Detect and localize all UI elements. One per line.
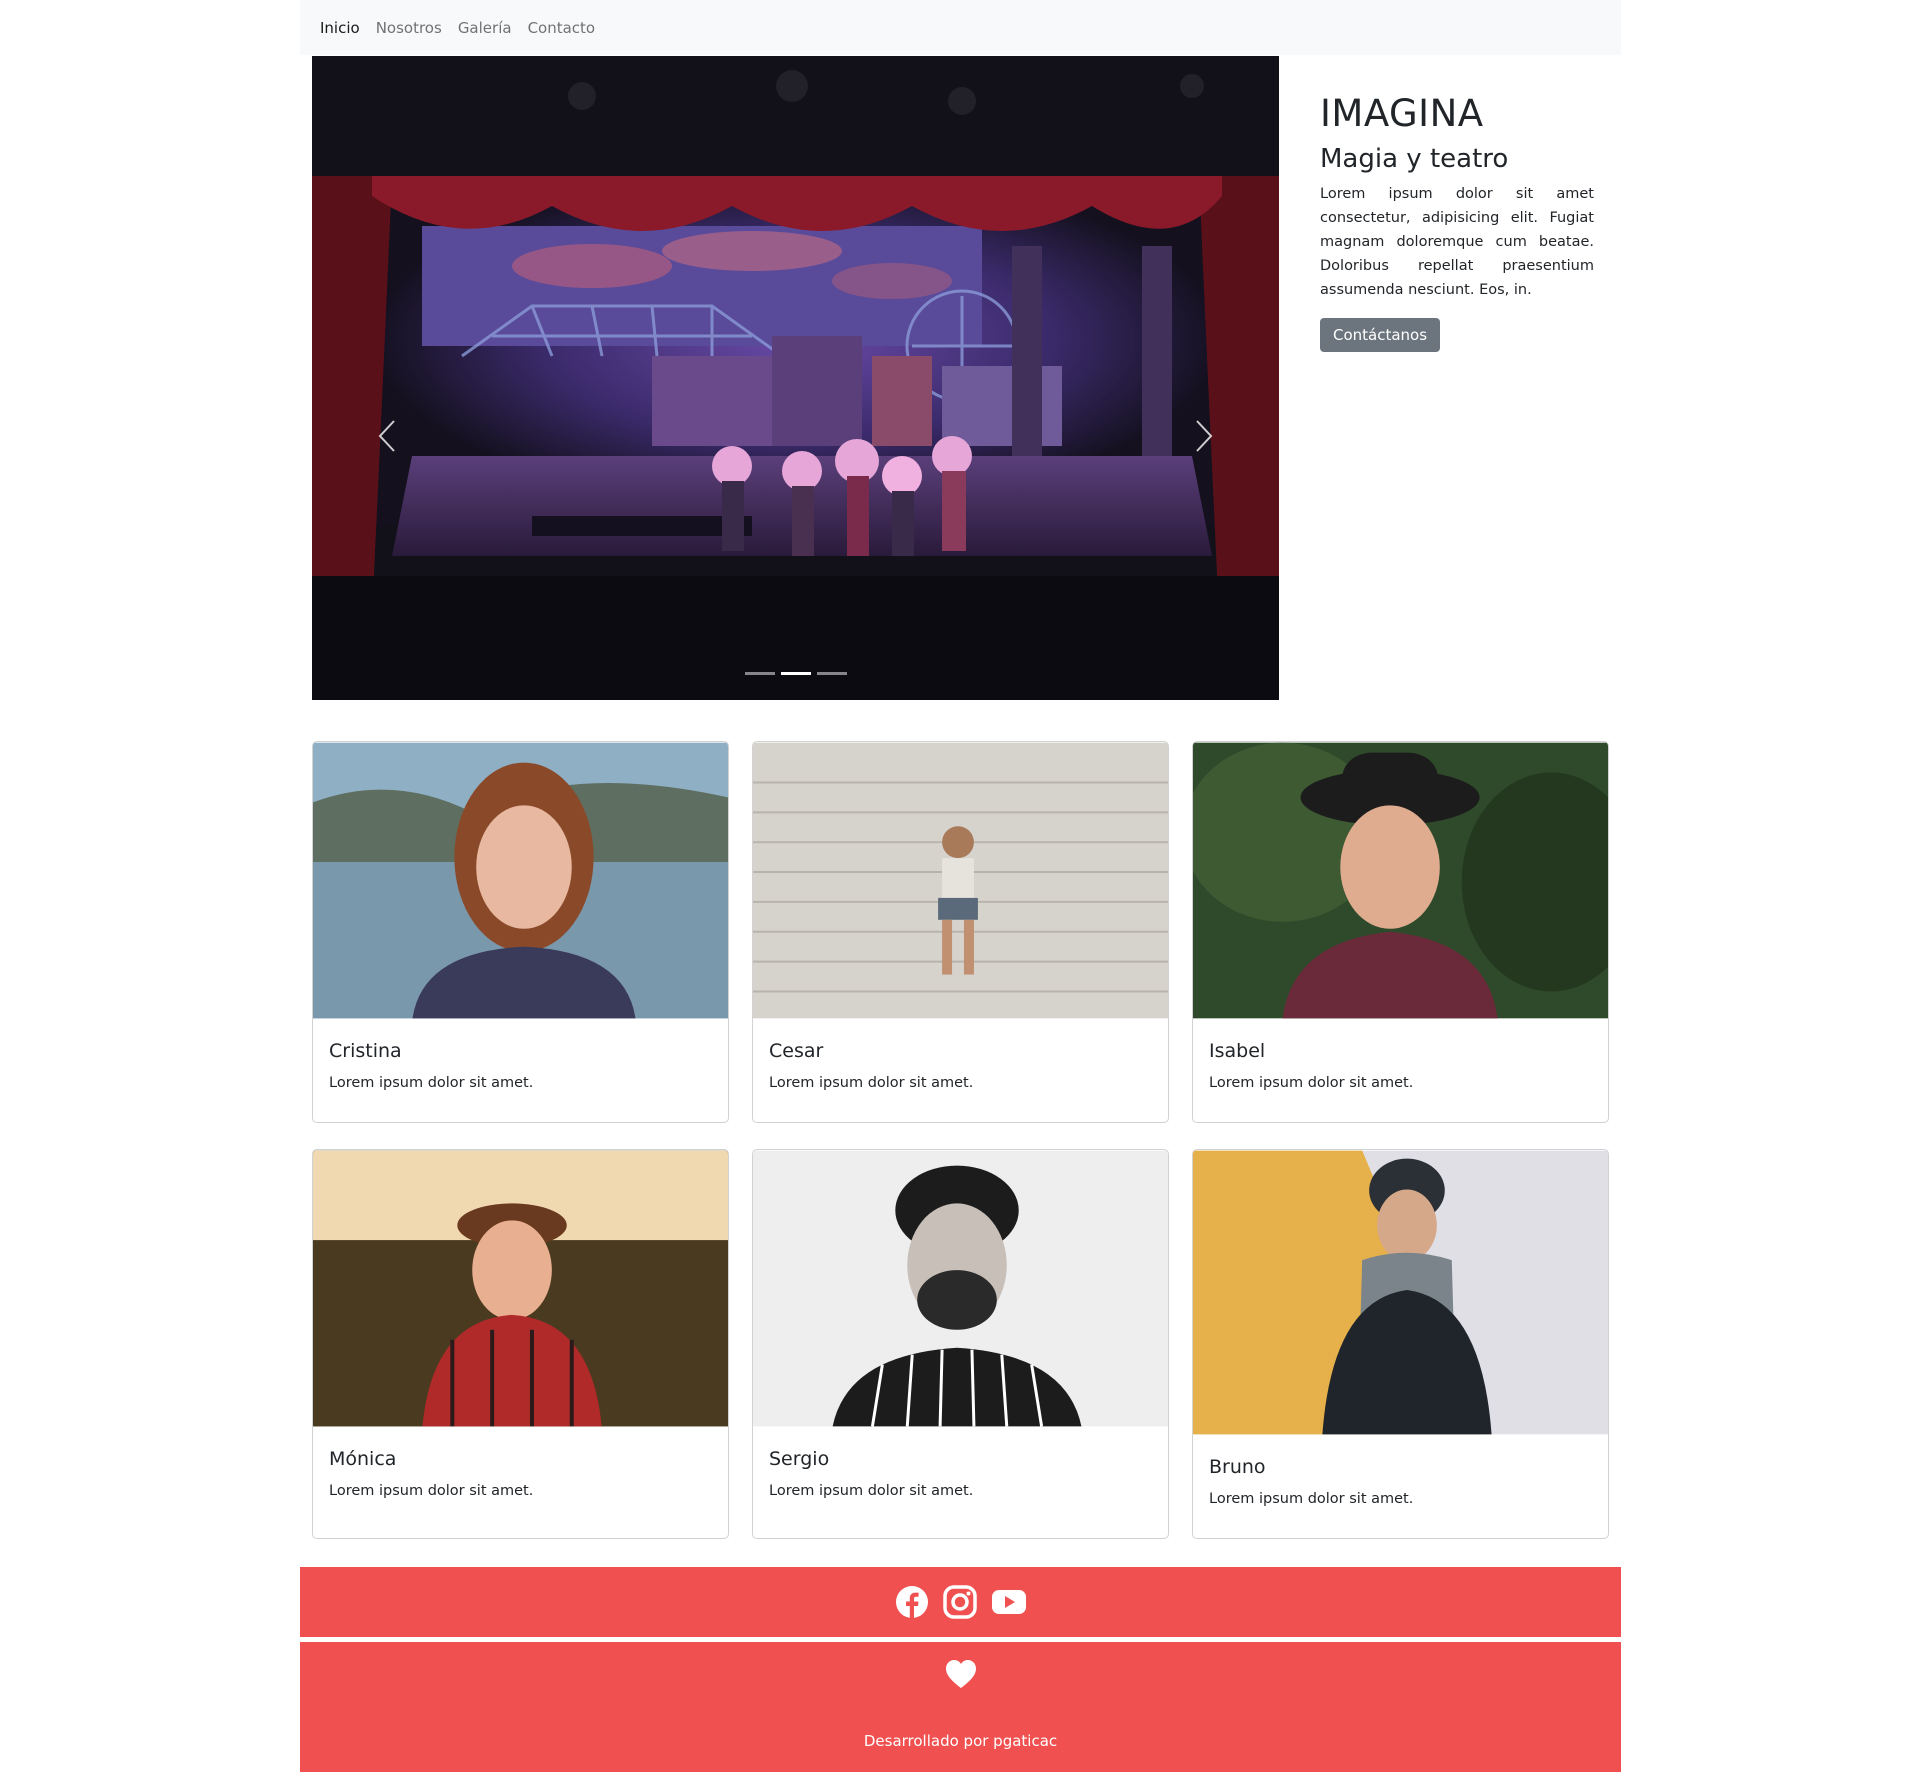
hero-section: IMAGINA Magia y teatro Lorem ipsum dolor… (1320, 92, 1594, 352)
card-title: Isabel (1209, 1040, 1266, 1062)
card-title: Cristina (329, 1040, 402, 1062)
instagram-icon (942, 1585, 977, 1619)
card-text: Lorem ipsum dolor sit amet. (1209, 1491, 1414, 1507)
heart-icon (945, 1660, 976, 1688)
card-photo (1193, 1150, 1608, 1435)
hero-title: IMAGINA (1320, 92, 1484, 135)
card-sergio: Sergio Lorem ipsum dolor sit amet. (752, 1149, 1169, 1539)
card-title: Bruno (1209, 1456, 1266, 1478)
card-bruno: Bruno Lorem ipsum dolor sit amet. (1192, 1149, 1609, 1539)
card-photo (753, 1150, 1168, 1427)
theater-stage-image (312, 56, 1279, 700)
carousel-prev-button[interactable] (367, 396, 407, 476)
facebook-icon (895, 1586, 928, 1618)
youtube-icon (991, 1590, 1026, 1614)
navbar: Inicio Nosotros Galería Contacto (300, 0, 1621, 55)
nav-link-inicio[interactable]: Inicio (320, 19, 360, 37)
card-photo (753, 742, 1168, 1019)
team-cards: Cristina Lorem ipsum dolor sit amet. Ces… (312, 741, 1609, 1539)
card-text: Lorem ipsum dolor sit amet. (1209, 1075, 1414, 1091)
hero-carousel (312, 56, 1279, 700)
nav-link-galeria[interactable]: Galería (458, 19, 512, 37)
card-title: Mónica (329, 1448, 397, 1470)
card-monica: Mónica Lorem ipsum dolor sit amet. (312, 1149, 729, 1539)
card-text: Lorem ipsum dolor sit amet. (769, 1483, 974, 1499)
facebook-link[interactable] (895, 1585, 929, 1619)
hero-subtitle: Magia y teatro (1320, 144, 1509, 174)
carousel-indicator-2[interactable] (780, 672, 811, 675)
carousel-indicators (312, 672, 1279, 675)
footer-credit: Desarrollado por pgaticac (863, 1732, 1058, 1750)
nav-link-contacto[interactable]: Contacto (528, 19, 596, 37)
carousel-next-button[interactable] (1184, 396, 1224, 476)
card-photo (313, 742, 728, 1019)
hero-text: Lorem ipsum dolor sit amet consectetur, … (1320, 186, 1594, 298)
card-title: Sergio (769, 1448, 830, 1470)
card-text: Lorem ipsum dolor sit amet. (329, 1075, 534, 1091)
nav-link-nosotros[interactable]: Nosotros (376, 19, 442, 37)
chevron-right-icon (1196, 420, 1213, 452)
chevron-left-icon (378, 420, 395, 452)
card-cesar: Cesar Lorem ipsum dolor sit amet. (752, 741, 1169, 1123)
contact-button[interactable]: Contáctanos (1320, 318, 1441, 352)
carousel-indicator-3[interactable] (816, 672, 847, 675)
card-cristina: Cristina Lorem ipsum dolor sit amet. (312, 741, 729, 1123)
youtube-link[interactable] (991, 1588, 1027, 1616)
card-title: Cesar (769, 1040, 824, 1062)
carousel-indicator-1[interactable] (744, 672, 775, 675)
card-photo (313, 1150, 728, 1427)
card-text: Lorem ipsum dolor sit amet. (329, 1483, 534, 1499)
footer: Desarrollado por pgaticac (300, 1642, 1621, 1772)
social-bar (300, 1567, 1621, 1637)
card-text: Lorem ipsum dolor sit amet. (769, 1075, 974, 1091)
card-isabel: Isabel Lorem ipsum dolor sit amet. (1192, 741, 1609, 1123)
card-photo (1193, 742, 1608, 1019)
instagram-link[interactable] (942, 1585, 977, 1619)
